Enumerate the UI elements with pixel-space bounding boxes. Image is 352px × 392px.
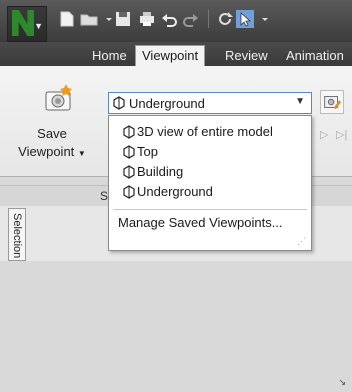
quick-access-toolbar: ▼ [0, 0, 352, 42]
panel-title: S [100, 189, 109, 203]
save-icon[interactable] [114, 10, 132, 28]
save-viewpoint-label-line2: Viewpoint ▼ [18, 144, 86, 159]
undo-icon[interactable] [160, 10, 178, 28]
viewpoint-icon [123, 185, 135, 199]
viewpoint-dropdown-list: 3D view of entire model Top Building Und… [108, 115, 312, 251]
panel-expand-icon[interactable]: ↘ [338, 372, 346, 392]
viewpoint-icon [123, 165, 135, 179]
viewpoint-option[interactable]: Building [123, 163, 184, 181]
tab-viewpoint[interactable]: Viewpoint [135, 45, 206, 67]
tab-review[interactable]: Review [219, 46, 274, 66]
viewpoint-option-label: 3D view of entire model [137, 124, 273, 139]
viewpoint-option-label: Building [137, 164, 184, 179]
side-tab-label: Selection [11, 213, 23, 259]
chevron-down-icon[interactable] [100, 10, 112, 28]
chevron-down-icon: ▼ [77, 149, 86, 158]
tab-home[interactable]: Home [86, 46, 133, 66]
toolbar-divider [208, 10, 209, 28]
save-viewpoint-button[interactable]: Save Viewpoint ▼ [12, 125, 92, 163]
play-icon: ▷ [320, 129, 329, 141]
chevron-down-icon: ▼ [34, 21, 43, 31]
step-forward-icon: ▷| [336, 129, 348, 141]
viewpoint-option[interactable]: Top [123, 143, 158, 161]
print-icon[interactable] [138, 10, 156, 28]
save-viewpoint-camera-icon[interactable] [44, 84, 74, 112]
side-tab-selection[interactable]: Selection [8, 208, 26, 261]
save-viewpoint-label-line1: Save [37, 126, 67, 141]
viewpoint-option[interactable]: Underground [123, 183, 213, 201]
viewpoint-option[interactable]: 3D view of entire model [123, 123, 273, 141]
app-logo-icon [12, 10, 34, 36]
chevron-down-icon[interactable]: ▼ [295, 96, 305, 107]
chevron-down-icon[interactable] [256, 10, 268, 28]
viewpoint-option-label: Underground [137, 184, 213, 199]
menu-divider [113, 209, 307, 210]
open-folder-icon[interactable] [80, 10, 98, 28]
new-file-icon[interactable] [58, 10, 76, 28]
ribbon-tabs: Home Viewpoint Review Animation [0, 42, 352, 67]
tab-animation[interactable]: Animation [280, 46, 350, 66]
redo-icon[interactable] [182, 10, 200, 28]
refresh-icon[interactable] [216, 10, 234, 28]
manage-saved-viewpoints-item[interactable]: Manage Saved Viewpoints... [118, 215, 283, 230]
viewpoint-option-label: Top [137, 144, 158, 159]
viewpoint-combo[interactable]: Underground ▼ [108, 92, 312, 114]
select-cursor-icon[interactable] [236, 10, 254, 28]
application-menu-button[interactable]: ▼ [7, 6, 47, 42]
viewpoint-icon [123, 145, 135, 159]
viewpoint-combo-value: Underground [129, 96, 205, 111]
viewpoint-icon [113, 96, 125, 110]
resize-grip-icon[interactable]: ⋰ [297, 236, 307, 247]
edit-viewpoint-icon[interactable] [320, 90, 344, 114]
viewpoint-icon [123, 125, 135, 139]
